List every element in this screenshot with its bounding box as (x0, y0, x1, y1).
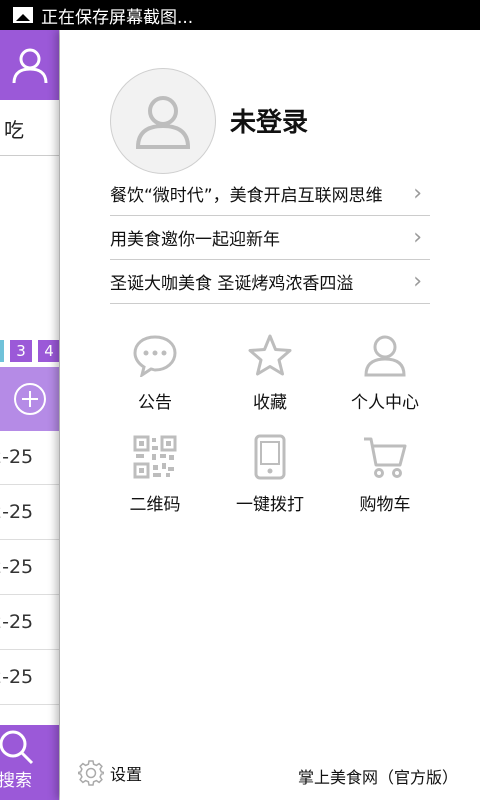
qr-code-button[interactable]: 二维码 (100, 432, 210, 515)
cart-icon (364, 437, 407, 478)
news-title: 餐饮“微时代”，美食开启互联网思维 (110, 186, 383, 206)
pagination: 3 4 (0, 340, 59, 362)
settings-button[interactable]: 设置 (78, 760, 142, 786)
news-title: 用美食邀你一起迎新年 (110, 230, 280, 250)
search-label: 搜索 (0, 771, 32, 791)
chevron-right-icon: › (413, 225, 422, 250)
settings-label: 设置 (110, 765, 143, 784)
avatar[interactable] (110, 68, 216, 174)
one-click-call-button[interactable]: 一键拨打 (215, 432, 325, 515)
page-4-button[interactable]: 4 (38, 340, 59, 362)
user-icon (364, 335, 406, 377)
chat-bubble-icon (133, 335, 177, 377)
news-title: 圣诞大咖美食 圣诞烤鸡浓香四溢 (110, 274, 354, 294)
chevron-right-icon: › (413, 269, 422, 294)
date-list: 2-25 2-25 2-25 2-25 2-25 (0, 430, 59, 705)
user-icon (135, 96, 191, 149)
shortcut-label: 购物车 (359, 495, 411, 515)
image-icon (13, 7, 33, 23)
qr-code-icon (133, 435, 177, 479)
search-icon (0, 730, 34, 765)
list-item[interactable]: 2-25 (0, 650, 59, 705)
profile-center-button[interactable]: 个人中心 (330, 330, 440, 413)
login-status[interactable]: 未登录 (230, 102, 308, 139)
chevron-right-icon: › (413, 181, 422, 206)
news-item[interactable]: 用美食邀你一起迎新年 › (110, 216, 430, 260)
shortcut-label: 个人中心 (351, 393, 419, 413)
status-bar: 正在保存屏幕截图... (0, 0, 480, 30)
gear-icon (78, 760, 104, 786)
app-brand: 掌上美食网（官方版） (297, 768, 458, 787)
news-item[interactable]: 圣诞大咖美食 圣诞烤鸡浓香四溢 › (110, 260, 430, 304)
shortcut-label: 一键拨打 (236, 495, 304, 515)
side-drawer: 未登录 餐饮“微时代”，美食开启互联网思维 › 用美食邀你一起迎新年 › 圣诞大… (60, 30, 480, 800)
list-item[interactable]: 2-25 (0, 430, 59, 485)
announcement-button[interactable]: 公告 (100, 330, 210, 413)
shopping-cart-button[interactable]: 购物车 (330, 432, 440, 515)
shortcut-label: 二维码 (129, 495, 181, 515)
shortcut-label: 收藏 (253, 393, 287, 413)
user-avatar-button[interactable] (0, 30, 59, 100)
phone-icon (254, 434, 286, 480)
list-item[interactable]: 2-25 (0, 595, 59, 650)
status-notification: 正在保存屏幕截图... (41, 7, 194, 28)
search-button[interactable]: 搜索 (0, 725, 59, 800)
add-button[interactable] (0, 367, 59, 431)
background-text: 吃 (0, 102, 59, 156)
shortcut-label: 公告 (138, 393, 172, 413)
plus-circle-icon (14, 383, 46, 415)
favorites-button[interactable]: 收藏 (215, 330, 325, 413)
page-3-button[interactable]: 3 (10, 340, 32, 362)
star-icon (248, 334, 292, 376)
background-page: 吃 3 4 2-25 2-25 2-25 2-25 2-25 搜索 (0, 30, 60, 800)
drawer-footer: 设置 掌上美食网（官方版） (60, 760, 480, 790)
user-icon (12, 48, 48, 84)
list-item[interactable]: 2-25 (0, 485, 59, 540)
list-item[interactable]: 2-25 (0, 540, 59, 595)
news-item[interactable]: 餐饮“微时代”，美食开启互联网思维 › (110, 172, 430, 216)
